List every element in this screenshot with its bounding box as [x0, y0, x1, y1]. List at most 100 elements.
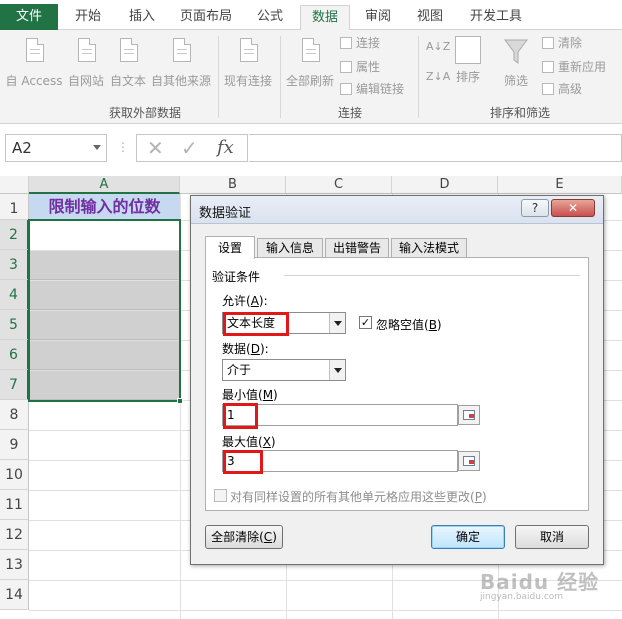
column-header-c[interactable]: C	[286, 176, 392, 194]
from-other-sources-button[interactable]: 自其他来源	[148, 36, 214, 89]
web-icon	[72, 36, 100, 68]
tab-page-layout[interactable]: 页面布局	[172, 5, 240, 30]
group-separator	[218, 36, 219, 118]
row-header[interactable]: 5	[0, 310, 29, 340]
range-picker-icon	[463, 456, 475, 466]
edit-links-button[interactable]: 编辑链接	[340, 80, 404, 98]
row-header[interactable]: 8	[0, 400, 29, 430]
ignore-blank-checkbox[interactable]: ✓	[359, 316, 372, 329]
sort-desc-button[interactable]: Z↓A	[426, 68, 450, 86]
row-header[interactable]: 13	[0, 550, 29, 580]
tab-error-alert[interactable]: 出错警告	[325, 238, 389, 258]
existing-connections-button[interactable]: 现有连接	[222, 36, 274, 89]
column-header-e[interactable]: E	[498, 176, 622, 194]
connections-button[interactable]: 连接	[340, 34, 380, 52]
data-validation-dialog: 数据验证 ? ✕ 设置 输入信息 出错警告 输入法模式 验证条件 允许(A): …	[190, 195, 604, 565]
column-header-d[interactable]: D	[392, 176, 498, 194]
fill-handle[interactable]	[177, 398, 183, 404]
section-divider	[284, 275, 580, 276]
data-label: 数据(D):	[222, 342, 269, 356]
row-header[interactable]: 14	[0, 580, 29, 610]
watermark-brand: Baidu 经验	[480, 570, 600, 594]
tab-input-message[interactable]: 输入信息	[257, 238, 323, 258]
row-header[interactable]: 1	[0, 194, 29, 220]
link-icon	[340, 37, 352, 49]
help-button[interactable]: ?	[521, 199, 549, 217]
row-header[interactable]: 7	[0, 370, 29, 400]
text-file-icon	[114, 36, 142, 68]
tab-ime-mode[interactable]: 输入法模式	[391, 238, 467, 258]
row-header[interactable]: 3	[0, 250, 29, 280]
tab-insert[interactable]: 插入	[118, 5, 166, 30]
cancel-icon[interactable]: ✕	[147, 135, 164, 161]
filter-button[interactable]: 筛选	[496, 36, 536, 89]
apply-all-checkbox[interactable]	[214, 489, 227, 502]
row-header[interactable]: 4	[0, 280, 29, 310]
from-web-button[interactable]: 自网站	[64, 36, 108, 89]
sort-asc-button[interactable]: A↓Z	[426, 38, 450, 56]
section-title: 验证条件	[212, 270, 261, 284]
refresh-icon	[296, 36, 324, 68]
name-box[interactable]: A2	[5, 134, 107, 162]
ok-button[interactable]: 确定	[431, 525, 505, 549]
row-header[interactable]: 10	[0, 460, 29, 490]
grid-line	[29, 610, 622, 611]
formula-bar: A2 ⋮ ✕ ✓ fx	[0, 124, 622, 176]
tab-view[interactable]: 视图	[408, 5, 452, 30]
close-button[interactable]: ✕	[551, 199, 595, 217]
row-header[interactable]: 6	[0, 340, 29, 370]
access-icon	[20, 36, 48, 68]
min-label: 最小值(M)	[222, 388, 278, 402]
tab-home[interactable]: 开始	[64, 5, 112, 30]
ribbon: 自 Access 自网站 自文本 自其他来源 现有连接 获取外部数据 全部刷新 …	[0, 30, 622, 124]
cancel-button[interactable]: 取消	[515, 525, 589, 549]
select-all-corner[interactable]	[0, 176, 29, 194]
row-header[interactable]: 2	[0, 220, 29, 250]
min-range-picker[interactable]	[458, 405, 480, 425]
column-header-a[interactable]: A	[29, 176, 180, 194]
properties-button[interactable]: 属性	[340, 58, 380, 76]
group-separator	[280, 36, 281, 118]
tab-formulas[interactable]: 公式	[246, 5, 294, 30]
clear-filter-button[interactable]: 清除	[542, 34, 582, 52]
chevron-down-icon	[329, 313, 345, 333]
row-header[interactable]: 11	[0, 490, 29, 520]
tab-file[interactable]: 文件	[0, 4, 58, 30]
chevron-down-icon	[329, 360, 345, 380]
sort-button[interactable]: 排序	[448, 36, 488, 85]
column-header-b[interactable]: B	[180, 176, 286, 194]
connections-icon	[234, 36, 262, 68]
other-sources-icon	[167, 36, 195, 68]
data-select[interactable]: 介于	[222, 359, 346, 381]
dialog-titlebar: 数据验证 ? ✕	[191, 196, 603, 224]
clear-all-button[interactable]: 全部清除(C)	[205, 525, 283, 549]
from-access-button[interactable]: 自 Access	[4, 36, 64, 89]
formula-input[interactable]	[249, 134, 622, 162]
ribbon-tabs: 文件 开始 插入 页面布局 公式 数据 审阅 视图 开发工具	[0, 0, 622, 31]
from-text-button[interactable]: 自文本	[108, 36, 148, 89]
edit-links-icon	[340, 83, 352, 95]
dialog-title: 数据验证	[199, 206, 252, 221]
cell-a1[interactable]: 限制输入的位数	[29, 194, 180, 220]
allow-label: 允许(A):	[222, 294, 268, 308]
clear-filter-icon	[542, 37, 554, 49]
tab-data[interactable]: 数据	[300, 5, 350, 31]
help-icon: ?	[531, 201, 539, 215]
tab-developer[interactable]: 开发工具	[460, 5, 532, 30]
max-range-picker[interactable]	[458, 451, 480, 471]
row-header[interactable]: 9	[0, 430, 29, 460]
highlight-box	[223, 312, 289, 336]
reapply-button[interactable]: 重新应用	[542, 58, 606, 76]
row-header[interactable]: 12	[0, 520, 29, 550]
enter-icon[interactable]: ✓	[181, 135, 198, 161]
reapply-icon	[542, 61, 554, 73]
refresh-all-button[interactable]: 全部刷新	[284, 36, 336, 89]
highlight-box	[223, 403, 258, 429]
tab-settings[interactable]: 设置	[205, 236, 255, 259]
formula-buttons: ✕ ✓ fx	[136, 134, 248, 162]
tab-review[interactable]: 审阅	[356, 5, 400, 30]
group-label-sort-filter: 排序和筛选	[489, 106, 550, 120]
advanced-filter-button[interactable]: 高级	[542, 80, 582, 98]
fx-icon[interactable]: fx	[217, 135, 234, 161]
group-separator	[418, 36, 419, 118]
